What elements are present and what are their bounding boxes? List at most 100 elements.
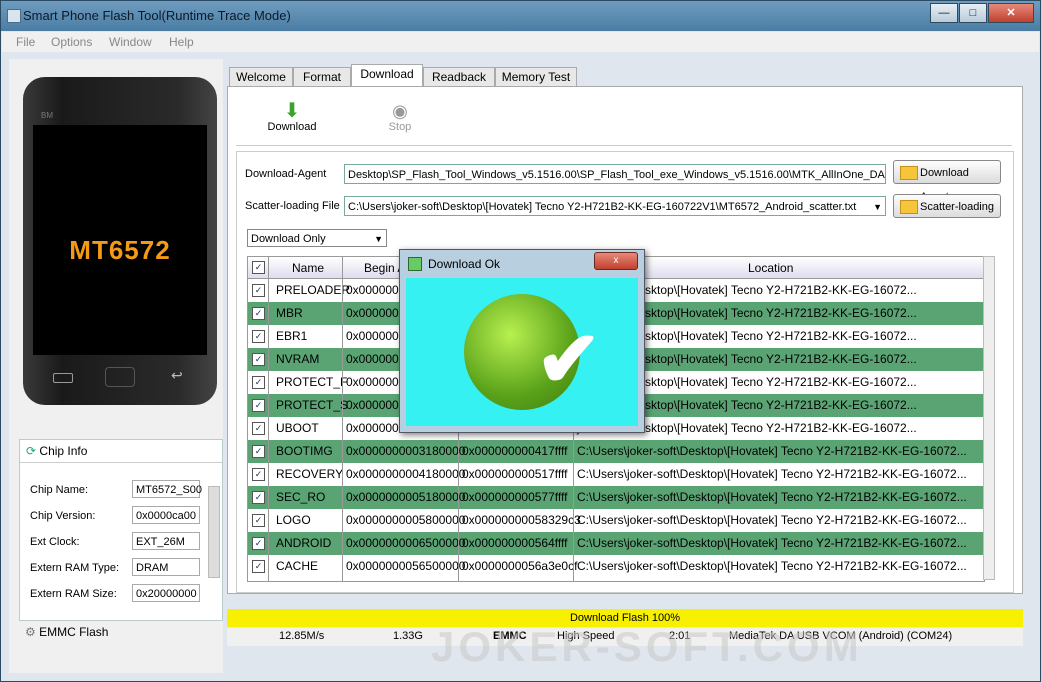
table-row[interactable]: ✓ ANDROID 0x0000000006500000 0x000000000564… [248,532,984,555]
partition-location: C:\Users\joker-soft\Desktop\[Hovatek] Te… [577,467,967,481]
end-address: 0x000000000577ffff [462,490,568,504]
table-row[interactable]: ✓ LOGO 0x0000000005800000 0x00000000058329c… [248,509,984,532]
stop-icon: ◉ [392,101,408,121]
download-button[interactable]: ⬇ Download [264,101,320,133]
row-checkbox[interactable]: ✓ [252,422,265,435]
folder-icon [900,200,918,214]
chip-version-field[interactable]: 0x0000ca00 [132,506,200,524]
download-agent-path[interactable]: Desktop\SP_Flash_Tool_Windows_v5.1516.00… [344,164,886,184]
table-row[interactable]: ✓ BOOTIMG 0x0000000003180000 0x000000000417… [248,440,984,463]
partition-location: C:\Users\joker-soft\Desktop\[Hovatek] Te… [577,444,967,458]
status-size: 1.33G [393,630,423,642]
tab-download[interactable]: Download [351,64,423,88]
row-checkbox[interactable]: ✓ [252,560,265,573]
chip-name-field[interactable]: MT6572_S00 [132,480,202,498]
scatter-file-select[interactable]: C:\Users\joker-soft\Desktop\[Hovatek] Te… [344,196,886,216]
window-title: Smart Phone Flash Tool(Runtime Trace Mod… [23,8,291,23]
row-checkbox[interactable]: ✓ [252,445,265,458]
stop-button[interactable]: ◉ Stop [380,101,420,133]
partition-name: BOOTIMG [276,444,333,458]
tab-readback[interactable]: Readback [423,67,495,88]
chip-version-label: Chip Version: [30,510,96,522]
emmc-flash-header[interactable]: ⚙ EMMC Flash [19,621,221,643]
begin-address: 0x0000000 [346,306,406,320]
title-bar: Smart Phone Flash Tool(Runtime Trace Mod… [1,1,1040,31]
chip-name-label: Chip Name: [30,484,89,496]
table-row[interactable]: ✓ CACHE 0x0000000056500000 0x0000000056a3e0… [248,555,984,578]
table-row[interactable]: ✓ RECOVERY 0x0000000004180000 0x00000000051… [248,463,984,486]
begin-address: 0x0000000 [346,375,406,389]
ram-type-field[interactable]: DRAM [132,558,200,576]
download-agent-label: Download-Agent [245,168,327,180]
window-controls: — □ ✕ [929,3,1034,23]
ram-size-field[interactable]: 0x20000000 [132,584,200,602]
tab-memory-test[interactable]: Memory Test [495,67,577,88]
tab-welcome[interactable]: Welcome [229,67,293,88]
partition-location: C:\Users\joker-soft\Desktop\[Hovatek] Te… [577,536,967,550]
minimize-button[interactable]: — [930,3,958,23]
end-address: 0x0000000056a3e0cf [462,559,578,573]
partition-name: SEC_RO [276,490,326,504]
row-checkbox[interactable]: ✓ [252,330,265,343]
row-checkbox[interactable]: ✓ [252,307,265,320]
table-scrollbar[interactable] [983,256,995,580]
partition-name: MBR [276,306,303,320]
row-checkbox[interactable]: ✓ [252,468,265,481]
dialog-body: ✔ [406,278,638,426]
partition-name: PROTECT_F [276,375,348,389]
begin-address: 0x0000000 [346,398,406,412]
tab-format[interactable]: Format [293,67,351,88]
begin-address: 0x0000000003180000 [346,444,466,458]
dialog-close-button[interactable]: x [594,252,638,270]
begin-address: 0x0000000006500000 [346,536,466,550]
table-row[interactable]: ✓ SEC_RO 0x0000000005180000 0x000000000577f… [248,486,984,509]
partition-name: PROTECT_S [276,398,349,412]
end-address: 0x000000000517ffff [462,467,568,481]
row-checkbox[interactable]: ✓ [252,376,265,389]
ram-size-label: Extern RAM Size: [30,588,117,600]
row-checkbox[interactable]: ✓ [252,514,265,527]
chip-info-header[interactable]: ⟳ Chip Info [20,440,222,463]
phone-screen: MT6572 [33,125,207,355]
select-all-checkbox[interactable]: ✓ [252,261,265,274]
close-button[interactable]: ✕ [988,3,1034,23]
begin-address: 0x0000000005800000 [346,513,466,527]
partition-name: PRELOADER [276,283,351,297]
phone-illustration: BM MT6572 ↩ [23,77,217,405]
dialog-icon [408,257,422,271]
partition-location: C:\Users\joker-soft\Desktop\[Hovatek] Te… [577,513,967,527]
download-mode-select[interactable]: Download Only ▼ [247,229,387,247]
partition-name: ANDROID [276,536,332,550]
chip-info-scrollbar[interactable] [208,486,220,578]
row-checkbox[interactable]: ✓ [252,537,265,550]
menu-file[interactable]: File [16,35,35,49]
download-agent-button[interactable]: Download Agent [893,160,1001,203]
scatter-loading-button[interactable]: Scatter-loading [893,194,1001,218]
partition-name: CACHE [276,559,319,573]
row-checkbox[interactable]: ✓ [252,284,265,297]
status-speed: 12.85M/s [279,630,325,642]
row-checkbox[interactable]: ✓ [252,491,265,504]
scatter-loading-button-label: Scatter-loading [920,201,994,213]
success-check-icon: ✔ [464,294,601,410]
partition-name: NVRAM [276,352,320,366]
row-checkbox[interactable]: ✓ [252,353,265,366]
row-checkbox[interactable]: ✓ [252,399,265,412]
partition-name: RECOVERY [276,467,344,481]
begin-address: 0x0000000005180000 [346,490,466,504]
begin-address: 0x0000000 [346,421,406,435]
left-panel: BM MT6572 ↩ ⟳ Chip Info Chip Name: MT657… [9,59,223,673]
partition-location: C:\Users\joker-soft\Desktop\[Hovatek] Te… [577,490,967,504]
begin-address: 0x0000000 [346,352,406,366]
checkmark-icon: ✔ [536,315,602,403]
folder-icon [900,166,918,180]
menu-options[interactable]: Options [51,35,92,49]
download-mode-value: Download Only [251,233,326,245]
partition-name: LOGO [276,513,311,527]
column-divider [342,257,343,581]
menu-window[interactable]: Window [109,35,152,49]
partition-name: UBOOT [276,421,319,435]
menu-help[interactable]: Help [169,35,194,49]
maximize-button[interactable]: □ [959,3,987,23]
ext-clock-field[interactable]: EXT_26M [132,532,200,550]
